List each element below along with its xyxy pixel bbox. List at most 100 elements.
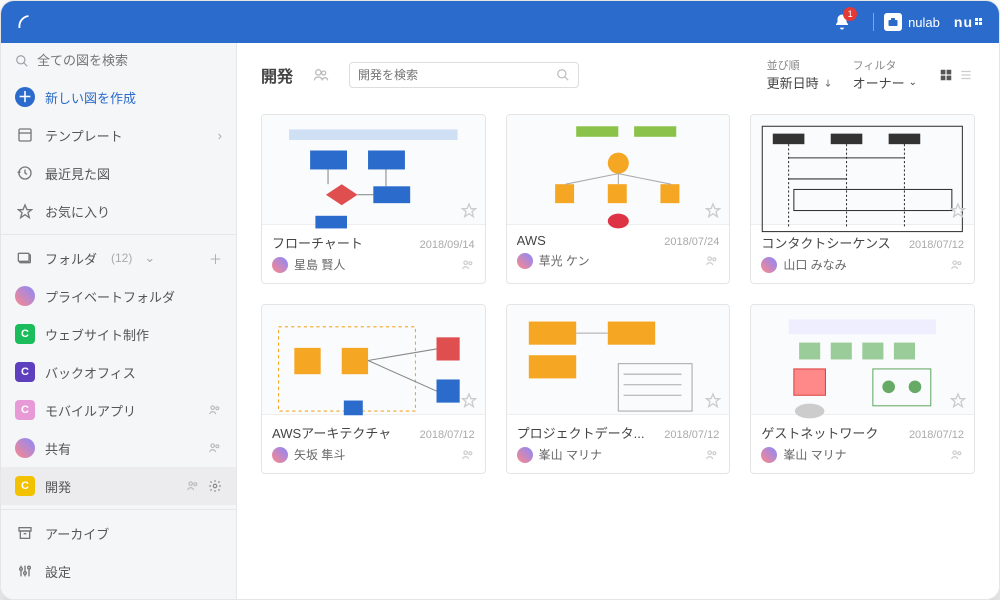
sidebar-folder-item[interactable]: C 開発 <box>1 467 236 505</box>
card-members-icon[interactable] <box>461 448 475 462</box>
sort-dropdown[interactable]: 並び順 更新日時 <box>767 57 833 92</box>
nulab-account-button[interactable]: nulab <box>884 13 940 31</box>
nav-recent[interactable]: 最近見た図 <box>1 154 236 192</box>
shared-icon <box>186 479 200 493</box>
nav-archive[interactable]: アーカイブ <box>1 514 236 552</box>
card-owner: 峯山 マリナ <box>539 446 602 463</box>
global-search[interactable] <box>1 43 236 78</box>
folder-label: バックオフィス <box>45 363 136 382</box>
filter-label: フィルタ <box>853 57 917 73</box>
star-icon <box>15 201 35 221</box>
card-members-icon[interactable] <box>950 448 964 462</box>
archive-icon <box>15 523 35 543</box>
sidebar-folder-item[interactable]: Cバックオフィス <box>1 353 236 391</box>
card-members-icon[interactable] <box>705 254 719 268</box>
shared-icon <box>208 441 222 455</box>
favorite-star-button[interactable] <box>705 392 721 408</box>
folders-icon <box>15 248 35 268</box>
avatar-icon <box>15 286 35 306</box>
sidebar-folder-item[interactable]: 共有 <box>1 429 236 467</box>
sidebar-folder-item[interactable]: Cウェブサイト制作 <box>1 315 236 353</box>
favorite-star-button[interactable] <box>461 202 477 218</box>
search-icon <box>15 54 29 68</box>
filter-value: オーナー <box>853 73 905 92</box>
global-search-input[interactable] <box>37 53 222 68</box>
favorite-star-button[interactable] <box>950 202 966 218</box>
briefcase-icon <box>884 13 902 31</box>
notifications-button[interactable]: 1 <box>833 13 851 31</box>
templates-icon <box>15 125 35 145</box>
folder-label: プライベートフォルダ <box>45 287 175 306</box>
app-window: 1 nulab nu ＋ 新しい図を作成 テンプレート › <box>0 0 1000 600</box>
favorite-star-button[interactable] <box>705 202 721 218</box>
diagram-grid: フローチャート2018/09/14星島 賢人AWS2018/07/24草光 ケン… <box>237 106 999 599</box>
card-members-icon[interactable] <box>461 258 475 272</box>
diagram-card[interactable]: コンタクトシーケンス2018/07/12山口 みなみ <box>750 114 975 284</box>
card-date: 2018/07/12 <box>909 239 964 251</box>
view-toggle <box>937 66 975 84</box>
shared-icon <box>208 403 222 417</box>
main-panel: 開発 並び順 更新日時 フィルタ オーナー ⌄ <box>237 43 999 599</box>
nav-templates-label: テンプレート <box>45 126 123 145</box>
owner-avatar <box>272 447 288 463</box>
plus-circle-icon: ＋ <box>15 87 35 107</box>
sidebar-folder-item[interactable]: C モバイルアプリ <box>1 391 236 429</box>
nav-settings-label: 設定 <box>45 562 71 581</box>
list-view-button[interactable] <box>957 66 975 84</box>
nulab-label: nulab <box>908 15 940 30</box>
sliders-icon <box>15 561 35 581</box>
diagram-card[interactable]: プロジェクトデータ...2018/07/12峯山 マリナ <box>506 304 731 474</box>
page-title: 開発 <box>261 63 293 87</box>
sort-label: 並び順 <box>767 57 833 73</box>
card-date: 2018/07/12 <box>664 429 719 441</box>
app-logo-icon <box>15 13 33 31</box>
favorite-star-button[interactable] <box>461 392 477 408</box>
nu-logo: nu <box>954 14 985 30</box>
sidebar: ＋ 新しい図を作成 テンプレート › 最近見た図 お気に入り フォルダ (12) <box>1 43 237 599</box>
diagram-thumbnail <box>262 115 485 225</box>
diagram-thumbnail <box>751 115 974 225</box>
diagram-card[interactable]: ゲストネットワーク2018/07/12峯山 マリナ <box>750 304 975 474</box>
favorite-star-button[interactable] <box>950 392 966 408</box>
card-members-icon[interactable] <box>705 448 719 462</box>
nav-favorites-label: お気に入り <box>45 202 110 221</box>
folder-search-input[interactable] <box>358 68 550 82</box>
folder-label: 共有 <box>45 439 71 458</box>
folder-search[interactable] <box>349 62 579 88</box>
diagram-card[interactable]: AWSアーキテクチャ2018/07/12矢坂 隼斗 <box>261 304 486 474</box>
card-date: 2018/07/12 <box>909 429 964 441</box>
nav-folders-label: フォルダ <box>45 249 97 268</box>
grid-view-button[interactable] <box>937 66 955 84</box>
owner-avatar <box>517 447 533 463</box>
gear-icon[interactable] <box>208 479 222 493</box>
avatar-icon <box>15 438 35 458</box>
history-icon <box>15 163 35 183</box>
folder-label: モバイルアプリ <box>45 401 136 420</box>
search-icon <box>556 68 570 82</box>
folder-label: 開発 <box>45 477 71 496</box>
folder-color-badge: C <box>15 476 35 496</box>
folder-color-badge: C <box>15 400 35 420</box>
add-folder-button[interactable]: ＋ <box>209 249 222 268</box>
diagram-thumbnail <box>751 305 974 415</box>
sidebar-folder-item[interactable]: プライベートフォルダ <box>1 277 236 315</box>
chevron-down-icon: ⌄ <box>909 77 917 88</box>
nav-settings[interactable]: 設定 <box>1 552 236 590</box>
owner-avatar <box>761 257 777 273</box>
card-members-icon[interactable] <box>950 258 964 272</box>
members-icon[interactable] <box>313 67 329 83</box>
card-owner: 草光 ケン <box>539 252 590 269</box>
card-date: 2018/09/14 <box>420 239 475 251</box>
filter-dropdown[interactable]: フィルタ オーナー ⌄ <box>853 57 917 92</box>
toolbar: 開発 並び順 更新日時 フィルタ オーナー ⌄ <box>237 43 999 106</box>
nav-favorites[interactable]: お気に入り <box>1 192 236 230</box>
topbar: 1 nulab nu <box>1 1 999 43</box>
nav-templates[interactable]: テンプレート › <box>1 116 236 154</box>
create-diagram-button[interactable]: ＋ 新しい図を作成 <box>1 78 236 116</box>
diagram-thumbnail <box>262 305 485 415</box>
diagram-card[interactable]: フローチャート2018/09/14星島 賢人 <box>261 114 486 284</box>
nav-recent-label: 最近見た図 <box>45 164 110 183</box>
diagram-card[interactable]: AWS2018/07/24草光 ケン <box>506 114 731 284</box>
nav-folders-header[interactable]: フォルダ (12) ⌄ ＋ <box>1 239 236 277</box>
card-owner: 峯山 マリナ <box>783 446 846 463</box>
